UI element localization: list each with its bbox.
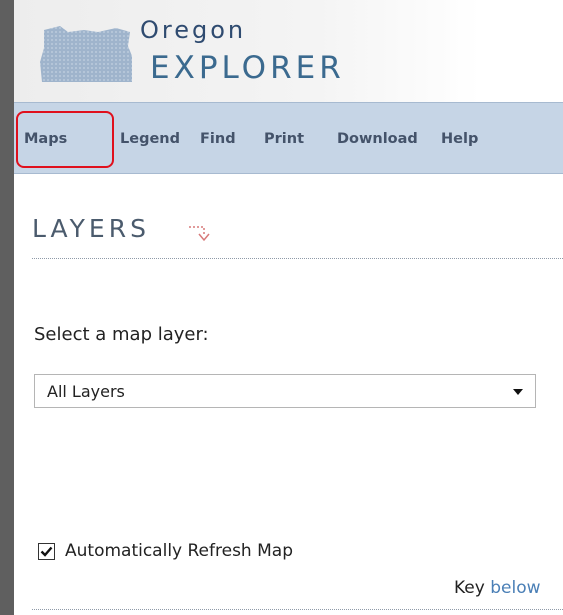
checkmark-icon	[40, 546, 53, 557]
layer-select-label: Select a map layer:	[34, 324, 209, 345]
app-frame: Oregon EXPLORER Maps Legend Find Print D…	[14, 0, 563, 615]
layer-select[interactable]: All Layers	[34, 374, 536, 408]
oregon-map-icon	[40, 26, 132, 82]
auto-refresh-checkbox[interactable]	[38, 543, 55, 560]
auto-refresh-label: Automatically Refresh Map	[65, 541, 293, 561]
logo-text-oregon: Oregon	[140, 16, 247, 44]
section-divider-bottom	[32, 609, 563, 610]
layers-title: LAYERS	[32, 214, 150, 243]
key-note: Key below	[454, 578, 541, 598]
nav-print[interactable]: Print	[264, 131, 304, 147]
key-text: Key	[454, 578, 485, 598]
dotted-arrow-down-icon	[189, 226, 210, 242]
nav-legend[interactable]: Legend	[120, 131, 180, 147]
nav-help[interactable]: Help	[441, 131, 478, 147]
nav-download[interactable]: Download	[337, 131, 418, 147]
site-header: Oregon EXPLORER	[14, 0, 563, 102]
logo-text-explorer: EXPLORER	[150, 50, 345, 86]
nav-find[interactable]: Find	[200, 131, 236, 147]
active-tab-highlight	[16, 111, 114, 168]
layer-select-value: All Layers	[47, 382, 125, 401]
chevron-down-icon	[513, 389, 523, 395]
section-divider-top	[32, 258, 563, 259]
key-below-link[interactable]: below	[490, 578, 540, 598]
